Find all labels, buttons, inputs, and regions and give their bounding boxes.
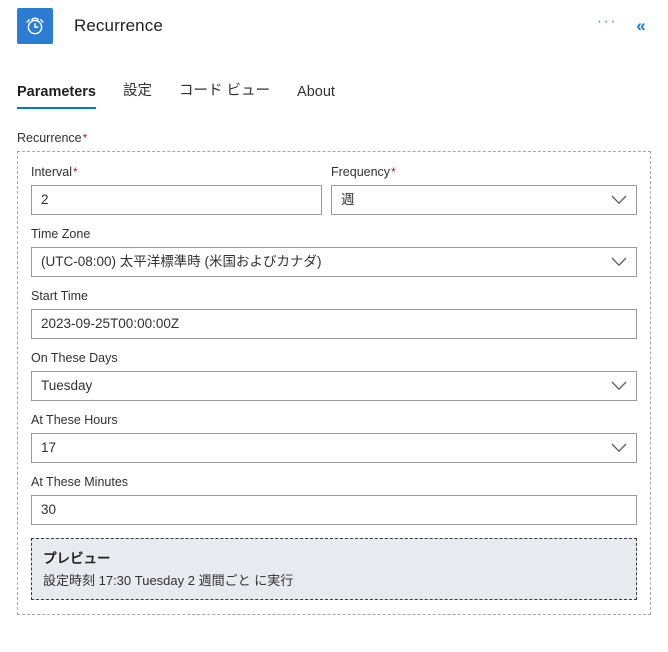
time-zone-dropdown[interactable]: (UTC-08:00) 太平洋標準時 (米国およびカナダ) bbox=[31, 247, 637, 277]
interval-frequency-row: Interval* 2 Frequency* 週 bbox=[31, 164, 637, 215]
alarm-clock-icon bbox=[17, 8, 53, 44]
at-these-hours-dropdown[interactable]: 17 bbox=[31, 433, 637, 463]
on-these-days-dropdown[interactable]: Tuesday bbox=[31, 371, 637, 401]
tab-parameters[interactable]: Parameters bbox=[17, 84, 96, 109]
on-these-days-value: Tuesday bbox=[41, 378, 93, 393]
interval-label: Interval* bbox=[31, 164, 322, 180]
page-title: Recurrence bbox=[74, 16, 163, 35]
at-these-minutes-field: At These Minutes 30 bbox=[31, 474, 637, 525]
preview-description: 設定時刻 17:30 Tuesday 2 週間ごと に実行 bbox=[43, 573, 294, 588]
recurrence-section-label: Recurrence* bbox=[17, 131, 651, 145]
more-options-icon[interactable]: ··· bbox=[594, 13, 620, 39]
at-these-hours-value: 17 bbox=[41, 440, 57, 455]
frequency-field: Frequency* 週 bbox=[331, 164, 637, 215]
interval-field: Interval* 2 bbox=[31, 164, 322, 215]
time-zone-value: (UTC-08:00) 太平洋標準時 (米国およびカナダ) bbox=[41, 254, 322, 269]
on-these-days-label: On These Days bbox=[31, 351, 118, 365]
interval-input[interactable]: 2 bbox=[31, 185, 322, 215]
time-zone-label: Time Zone bbox=[31, 227, 91, 241]
at-these-minutes-value: 30 bbox=[41, 502, 57, 517]
time-zone-field: Time Zone (UTC-08:00) 太平洋標準時 (米国およびカナダ) bbox=[31, 226, 637, 277]
tab-bar: Parameters 設定 コード ビュー About bbox=[0, 77, 668, 109]
start-time-field: Start Time 2023-09-25T00:00:00Z bbox=[31, 288, 637, 339]
required-indicator: * bbox=[82, 131, 88, 145]
frequency-label: Frequency* bbox=[331, 164, 637, 180]
preview-box: プレビュー 設定時刻 17:30 Tuesday 2 週間ごと に実行 bbox=[31, 538, 637, 600]
at-these-hours-label: At These Hours bbox=[31, 413, 118, 427]
recurrence-group: Interval* 2 Frequency* 週 Time Zone (UTC-… bbox=[17, 151, 651, 615]
on-these-days-field: On These Days Tuesday bbox=[31, 350, 637, 401]
preview-title: プレビュー bbox=[43, 551, 111, 566]
frequency-dropdown[interactable]: 週 bbox=[331, 185, 637, 215]
start-time-value: 2023-09-25T00:00:00Z bbox=[41, 316, 180, 331]
interval-label-text: Interval bbox=[31, 165, 72, 179]
frequency-value: 週 bbox=[341, 192, 355, 207]
collapse-panel-icon[interactable]: « bbox=[628, 13, 654, 39]
parameters-panel: Recurrence* Interval* 2 Frequency* 週 Tim… bbox=[0, 131, 668, 615]
at-these-hours-field: At These Hours 17 bbox=[31, 412, 637, 463]
interval-value: 2 bbox=[41, 192, 49, 207]
at-these-minutes-label: At These Minutes bbox=[31, 475, 129, 489]
panel-header: Recurrence ··· « bbox=[0, 0, 668, 52]
frequency-required-indicator: * bbox=[391, 165, 396, 179]
tab-about[interactable]: About bbox=[297, 84, 335, 109]
start-time-input[interactable]: 2023-09-25T00:00:00Z bbox=[31, 309, 637, 339]
recurrence-section-label-text: Recurrence bbox=[17, 131, 82, 145]
at-these-minutes-input[interactable]: 30 bbox=[31, 495, 637, 525]
start-time-label: Start Time bbox=[31, 289, 88, 303]
frequency-label-text: Frequency bbox=[331, 165, 391, 179]
interval-required-indicator: * bbox=[73, 165, 78, 179]
tab-settings[interactable]: 設定 bbox=[123, 79, 152, 109]
tab-code-view[interactable]: コード ビュー bbox=[179, 79, 270, 109]
